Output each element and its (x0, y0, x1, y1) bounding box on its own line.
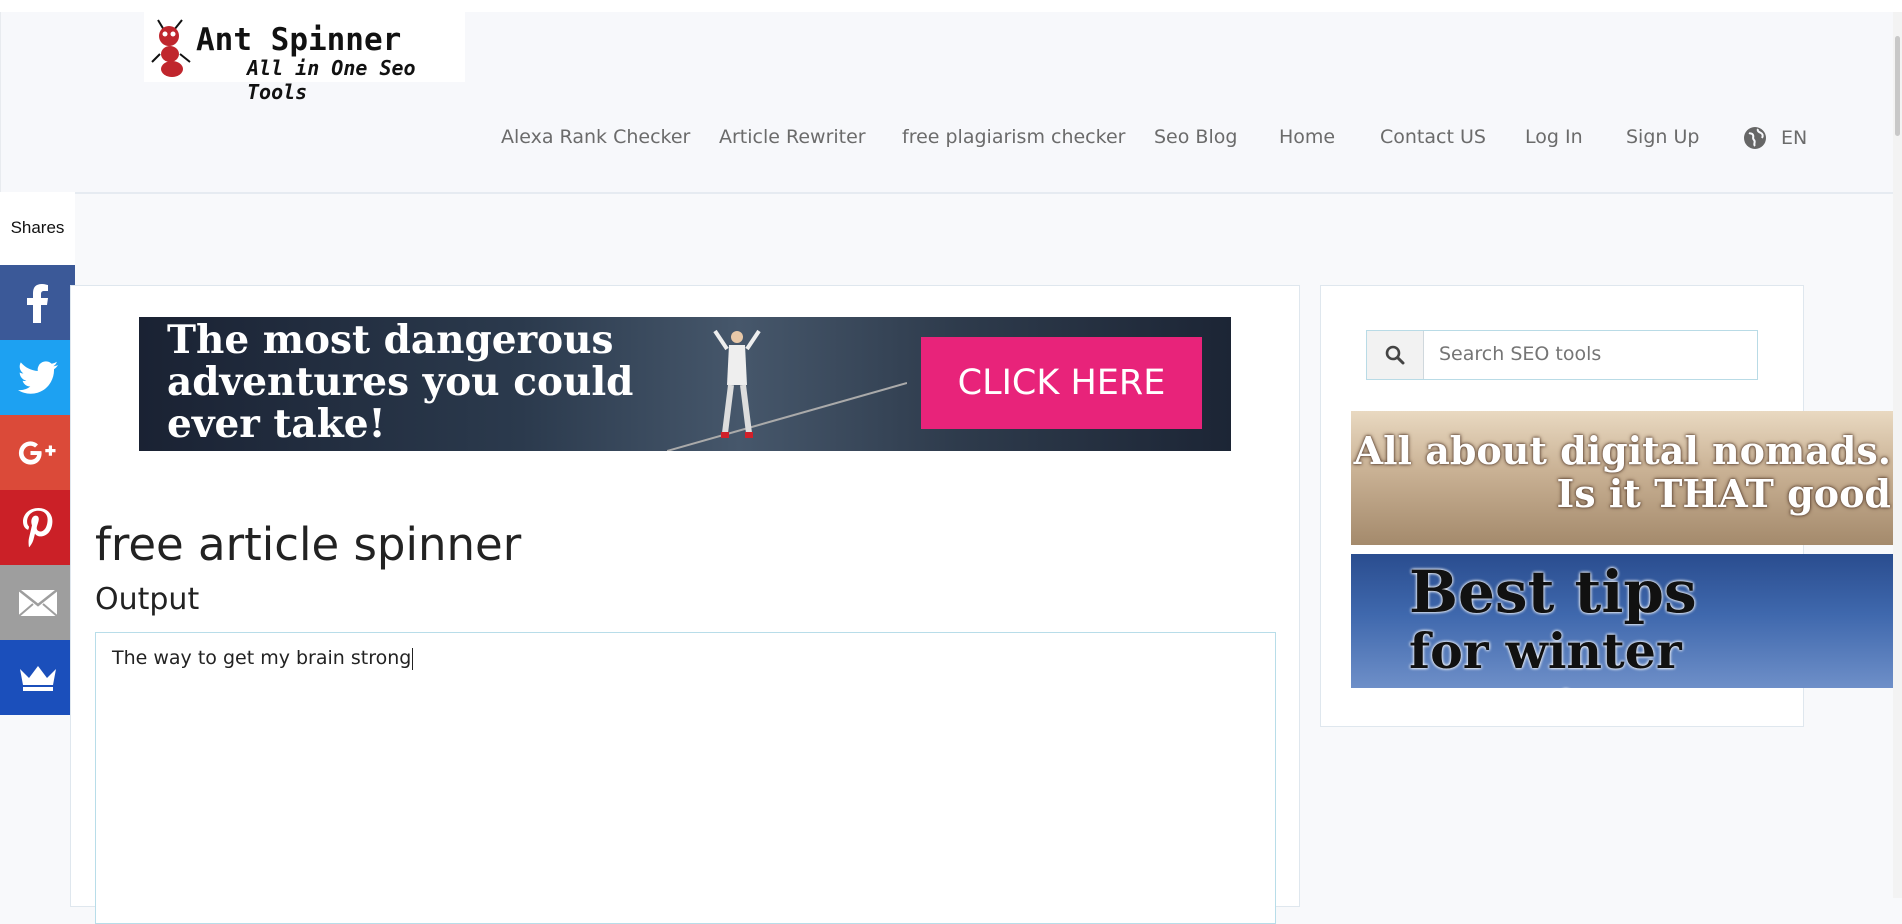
google-plus-icon (18, 440, 55, 465)
nav-seo-blog[interactable]: Seo Blog (1154, 126, 1237, 148)
page-title: free article spinner (95, 518, 522, 571)
output-textarea[interactable]: The way to get my brain strong (95, 632, 1276, 924)
page-scrollbar[interactable] (1893, 12, 1902, 898)
seo-tools-search (1366, 330, 1759, 380)
text-caret (412, 647, 414, 670)
share-sumo-button[interactable] (0, 640, 75, 715)
share-email-button[interactable] (0, 565, 75, 640)
nav-free-plagiarism-checker[interactable]: free plagiarism checker (902, 126, 1125, 148)
main-panel: The most dangerous adventures you could … (70, 285, 1300, 924)
ad-headline-line-3: ever take! (167, 401, 386, 447)
logo-name: Ant Spinner (196, 22, 402, 58)
ad-click-here-button[interactable]: CLICK HERE (921, 337, 1202, 429)
facebook-icon (26, 283, 48, 323)
tightrope-walker-icon (667, 329, 907, 451)
share-pinterest-button[interactable] (0, 490, 75, 565)
nav-alexa-rank-checker[interactable]: Alexa Rank Checker (501, 126, 690, 148)
twitter-icon (17, 360, 58, 394)
share-facebook-button[interactable] (0, 265, 75, 340)
nav-contact-us[interactable]: Contact US (1380, 126, 1486, 148)
search-input[interactable] (1427, 331, 1759, 377)
site-header: Ant Spinner All in One Seo Tools Alexa R… (0, 12, 1894, 194)
pinterest-icon (22, 507, 52, 547)
email-icon (17, 588, 58, 617)
shares-label: Shares (0, 192, 75, 265)
ad1-line-1: All about digital nomads. (1353, 428, 1891, 473)
output-text: The way to get my brain strong (112, 647, 412, 669)
output-content: The way to get my brain strong (112, 647, 414, 670)
search-icon (1385, 345, 1405, 365)
output-heading: Output (95, 582, 200, 617)
top-strip (0, 0, 1902, 12)
nav-log-in[interactable]: Log In (1525, 126, 1583, 148)
ant-logo-icon (151, 19, 191, 77)
crown-icon (19, 665, 56, 691)
nav-home[interactable]: Home (1279, 126, 1335, 148)
ad-headline: The most dangerous adventures you could … (167, 319, 633, 445)
share-twitter-button[interactable] (0, 340, 75, 415)
logo-tagline: All in One Seo Tools (247, 56, 416, 104)
nav-article-rewriter[interactable]: Article Rewriter (719, 126, 866, 148)
nav-sign-up[interactable]: Sign Up (1626, 126, 1699, 148)
ad2-line-2: for winter camping (1409, 622, 1682, 688)
ad1-line-2: Is it THAT good (1556, 471, 1891, 516)
language-selector[interactable]: EN (1743, 126, 1807, 150)
search-button[interactable] (1367, 331, 1424, 379)
ad-headline-line-1: The most dangerous (167, 317, 614, 363)
sidebar-ad-winter-camping[interactable]: Best tips for winter camping (1351, 554, 1893, 688)
share-google-plus-button[interactable] (0, 415, 75, 490)
ad2-line-1: Best tips (1409, 558, 1697, 626)
sidebar-ad-digital-nomads[interactable]: All about digital nomads. Is it THAT goo… (1351, 411, 1893, 545)
ad1-text: All about digital nomads. Is it THAT goo… (1354, 429, 1891, 515)
globe-icon (1744, 127, 1766, 149)
ad-headline-line-2: adventures you could (167, 359, 634, 405)
language-label: EN (1781, 127, 1808, 149)
top-ad-banner[interactable]: The most dangerous adventures you could … (139, 317, 1231, 451)
scrollbar-thumb[interactable] (1895, 36, 1900, 136)
site-logo[interactable]: Ant Spinner All in One Seo Tools (144, 12, 465, 104)
